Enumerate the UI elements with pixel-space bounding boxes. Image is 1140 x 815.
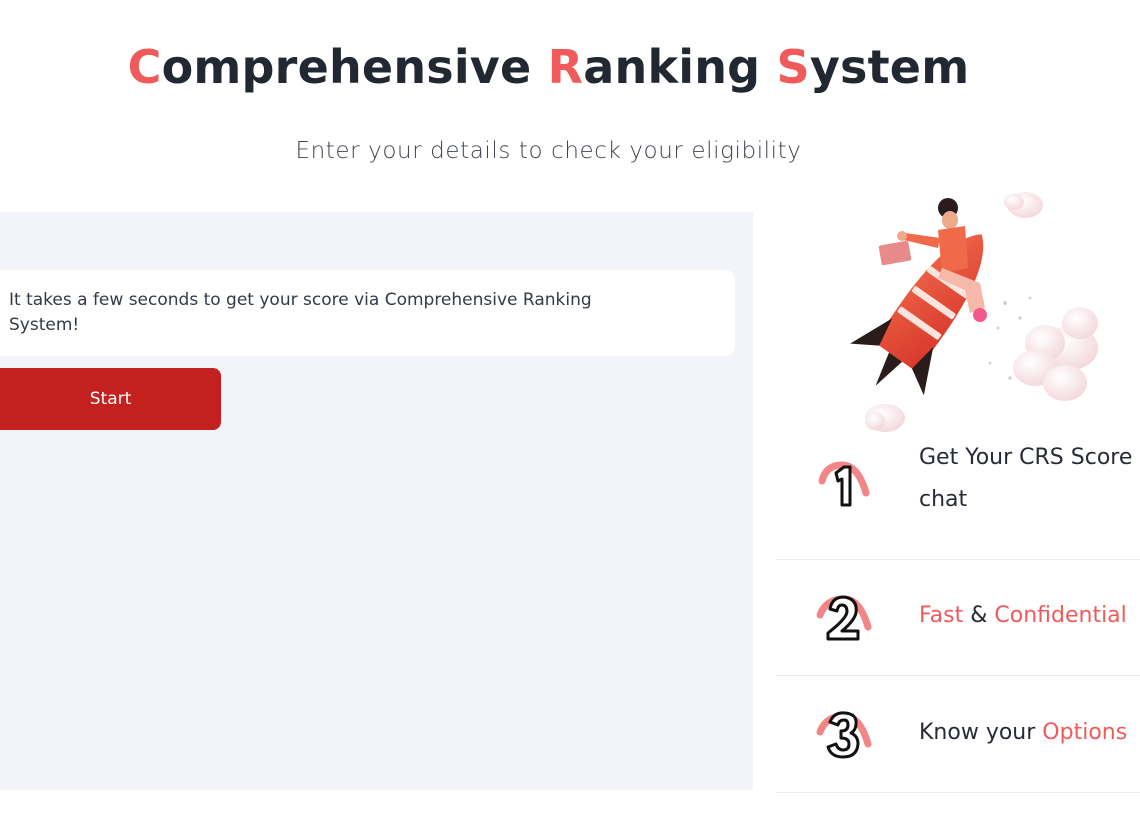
step-3-options: Options (1042, 720, 1128, 745)
step-3-title: Know your Options (919, 720, 1127, 745)
step-1: Get Your CRS Score chat (776, 443, 1140, 560)
page-subtitle: Enter your details to check your eligibi… (295, 138, 802, 164)
start-button[interactable]: Start (0, 368, 221, 430)
page-title: Comprehensive Ranking System (0, 38, 1097, 96)
title-letter-r: R (547, 40, 584, 94)
step-2: Fast & Confidential (776, 559, 1140, 676)
step-3: Know your Options (776, 676, 1140, 793)
rocket-rider-illustration (850, 192, 1098, 432)
step-3-know: Know your (919, 720, 1036, 745)
title-letter-c: C (127, 40, 162, 94)
chat-panel: It takes a few seconds to get your score… (0, 212, 753, 790)
number-three-icon (816, 711, 872, 759)
title-word-3: ystem (809, 40, 970, 94)
title-word-2: anking (583, 40, 777, 94)
step-2-fast: Fast (919, 603, 964, 628)
step-2-confidential: Confidential (994, 603, 1127, 628)
title-word-1: omprehensive (161, 40, 548, 94)
number-one-icon (818, 461, 870, 507)
title-letter-s: S (776, 40, 810, 94)
step-2-amp: & (970, 603, 988, 628)
step-2-title: Fast & Confidential (919, 603, 1127, 628)
number-two-icon (816, 595, 872, 641)
bot-message: It takes a few seconds to get your score… (0, 270, 735, 356)
step-1-subtitle: chat (919, 487, 968, 512)
step-1-title: Get Your CRS Score (919, 445, 1133, 470)
